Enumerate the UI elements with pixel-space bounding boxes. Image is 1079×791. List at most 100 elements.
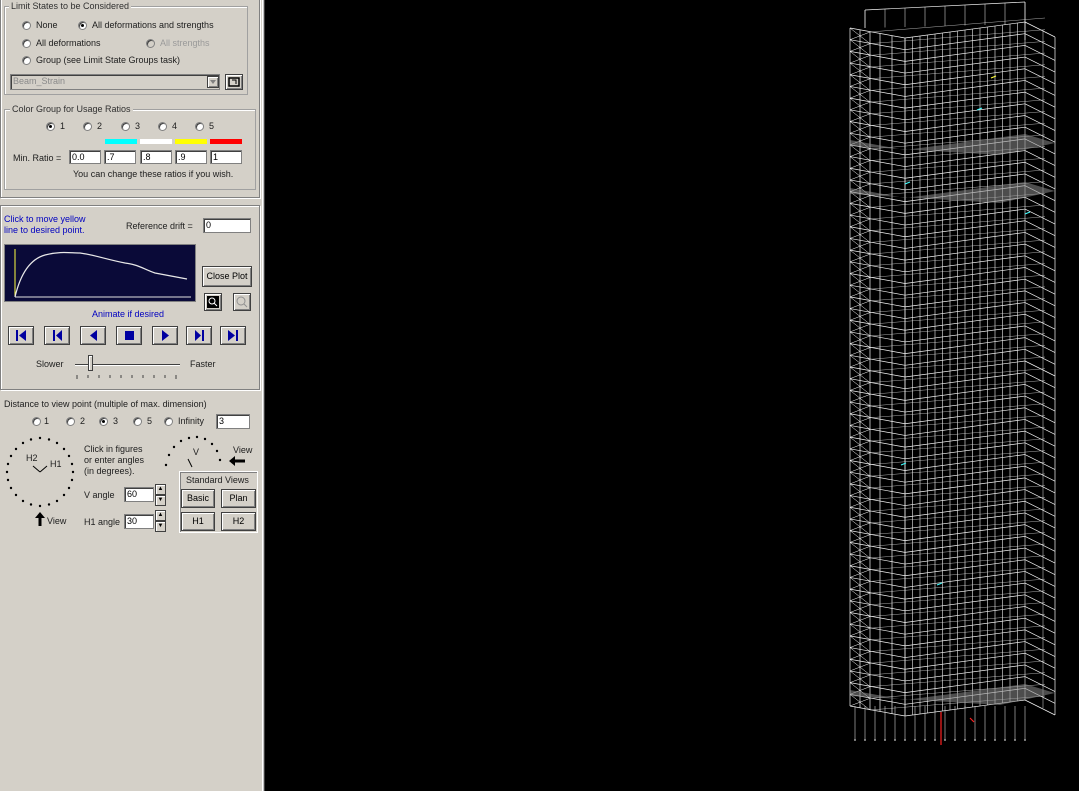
stop-button[interactable] <box>116 326 142 345</box>
radio-all-deformations[interactable] <box>22 39 31 48</box>
v-angle-down[interactable]: ▼ <box>155 495 166 506</box>
plan-view-label: Plan <box>229 493 248 503</box>
radio-group[interactable] <box>22 56 31 65</box>
first-frame-button[interactable] <box>8 326 34 345</box>
basic-view-label: Basic <box>186 493 209 503</box>
step-back-icon <box>53 330 62 341</box>
radio-none[interactable] <box>22 21 31 30</box>
color-group-radio-5[interactable] <box>195 122 204 131</box>
limit-state-group-value: Beam_Strain <box>13 76 66 86</box>
horizontal-angle-dial[interactable] <box>3 435 77 509</box>
pushover-plot[interactable] <box>4 244 196 302</box>
click-hint-line2: line to desired point. <box>4 225 85 235</box>
reference-drift-label: Reference drift = <box>126 221 193 231</box>
color-group-radio-2[interactable] <box>83 122 92 131</box>
plan-view-button[interactable]: Plan <box>221 489 256 508</box>
color-group-radio-4[interactable] <box>158 122 167 131</box>
last-frame-button[interactable] <box>220 326 246 345</box>
color-group-radio-4-label: 4 <box>172 121 178 131</box>
limit-states-legend: Limit States to be Considered <box>9 1 132 11</box>
color-group-radio-1[interactable] <box>46 122 55 131</box>
arrow-up-icon <box>35 512 45 526</box>
instruction-line1: Click in figures <box>84 444 143 454</box>
color-group-radio-2-label: 2 <box>97 121 103 131</box>
refresh-icon <box>228 77 240 87</box>
color-swatch-cyan <box>105 139 137 144</box>
basic-view-button[interactable]: Basic <box>181 489 215 508</box>
min-ratio-input-1[interactable]: 0.0 <box>69 150 101 164</box>
min-ratio-input-3[interactable]: .8 <box>140 150 172 164</box>
speed-slider-thumb[interactable] <box>88 355 93 371</box>
h1-view-label: H1 <box>192 516 204 526</box>
close-plot-label: Close Plot <box>206 271 248 281</box>
zoom-out-button <box>233 293 251 311</box>
v-view-label: View <box>233 445 253 455</box>
h1-angle-spinner[interactable]: ▲ ▼ <box>155 510 166 532</box>
radio-all-strengths <box>146 39 155 48</box>
play-button[interactable] <box>152 326 178 345</box>
distance-input[interactable]: 3 <box>216 414 250 429</box>
min-ratio-input-4[interactable]: .9 <box>175 150 207 164</box>
play-reverse-button[interactable] <box>80 326 106 345</box>
step-forward-button[interactable] <box>186 326 212 345</box>
h-view-label: View <box>47 516 67 526</box>
ratios-hint: You can change these ratios if you wish. <box>73 169 234 179</box>
pushover-curve-plot <box>14 249 191 298</box>
radio-all-strengths-label: All strengths <box>160 38 210 48</box>
instruction-line2: or enter angles <box>84 455 145 465</box>
radio-all-deformations-strengths-label: All deformations and strengths <box>92 20 214 30</box>
min-ratio-input-5[interactable]: 1 <box>210 150 242 164</box>
distance-radio-5-label: 5 <box>147 416 153 426</box>
refresh-button[interactable] <box>225 74 243 90</box>
close-plot-button[interactable]: Close Plot <box>202 266 252 287</box>
color-group-radio-3-label: 3 <box>135 121 141 131</box>
h1-view-button[interactable]: H1 <box>181 512 215 531</box>
distance-radio-3[interactable] <box>99 417 108 426</box>
color-swatch-yellow <box>175 139 207 144</box>
v-angle-input[interactable]: 60 <box>124 487 154 502</box>
distance-radio-1[interactable] <box>32 417 41 426</box>
dropdown-arrow-button <box>207 76 219 88</box>
distance-radio-2-label: 2 <box>80 416 86 426</box>
distance-radio-3-label: 3 <box>113 416 119 426</box>
h1-angle-up[interactable]: ▲ <box>155 510 166 521</box>
h2-view-button[interactable]: H2 <box>221 512 256 531</box>
v-angle-spinner[interactable]: ▲ ▼ <box>155 484 166 506</box>
h1-angle-input[interactable]: 30 <box>124 514 154 529</box>
instruction-line3: (in degrees). <box>84 466 135 476</box>
distance-radio-infinity[interactable] <box>164 417 173 426</box>
model-viewport[interactable] <box>265 0 1079 791</box>
play-reverse-icon <box>90 330 97 341</box>
limit-state-group-select: Beam_Strain <box>10 74 220 90</box>
building-3d-model <box>849 1 1056 745</box>
h2-axis-label: H2 <box>26 453 38 463</box>
distance-radio-5[interactable] <box>133 417 142 426</box>
standard-views-label: Standard Views <box>186 475 249 485</box>
step-back-button[interactable] <box>44 326 70 345</box>
radio-all-deformations-label: All deformations <box>36 38 101 48</box>
vertical-angle-dial[interactable] <box>162 435 222 469</box>
h1-angle-down[interactable]: ▼ <box>155 521 166 532</box>
reference-drift-input[interactable]: 0 <box>203 218 251 233</box>
min-ratio-input-2[interactable]: .7 <box>104 150 136 164</box>
v-angle-label: V angle <box>84 490 115 500</box>
animate-hint: Animate if desired <box>92 309 165 319</box>
zoom-in-button[interactable] <box>204 293 222 311</box>
skip-to-start-icon <box>16 330 26 341</box>
color-group-radio-3[interactable] <box>121 122 130 131</box>
stop-icon <box>125 331 134 340</box>
color-group-legend: Color Group for Usage Ratios <box>10 104 133 114</box>
play-icon <box>162 330 169 341</box>
v-angle-up[interactable]: ▲ <box>155 484 166 495</box>
chevron-down-icon <box>210 80 216 84</box>
h1-axis-label: H1 <box>50 459 62 469</box>
zoom-icon <box>207 296 219 308</box>
radio-all-deformations-strengths[interactable] <box>78 21 87 30</box>
skip-to-end-icon <box>228 330 238 341</box>
distance-radio-2[interactable] <box>66 417 75 426</box>
control-panel: Limit States to be Considered None All d… <box>0 0 265 791</box>
faster-label: Faster <box>190 359 216 369</box>
distance-radio-infinity-label: Infinity <box>178 416 205 426</box>
click-hint-line1: Click to move yellow <box>4 214 86 224</box>
step-forward-icon <box>195 330 204 341</box>
